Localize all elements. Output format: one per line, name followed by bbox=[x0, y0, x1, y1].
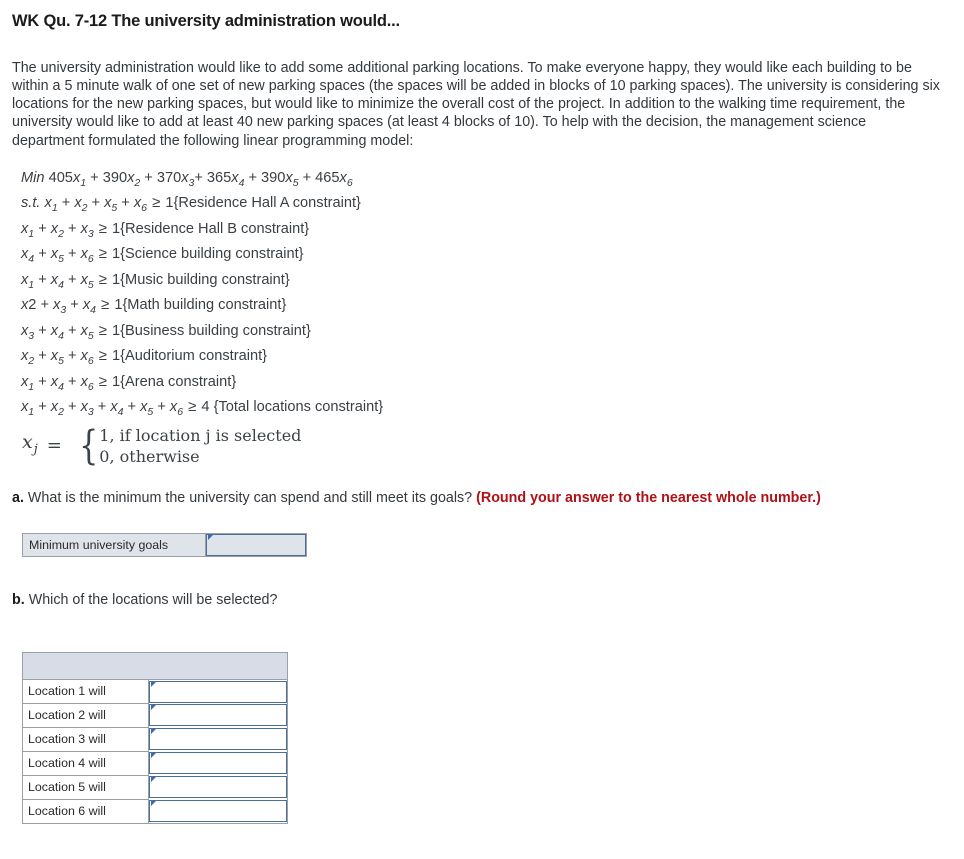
location-3-label: Location 3 will bbox=[22, 726, 149, 752]
question-a: a. What is the minimum the university ca… bbox=[12, 489, 952, 507]
case-selected: 1, if location j is selected bbox=[99, 425, 302, 445]
constraint-residence-hall-b: x1 + x2 + x3 ≥ 1{Residence Hall B constr… bbox=[21, 219, 310, 240]
variable-symbol: xj bbox=[22, 430, 39, 457]
minimum-university-goals-label: Minimum university goals bbox=[22, 533, 206, 557]
table-row: Location 1 will bbox=[22, 678, 288, 704]
minimum-university-goals-field-cell bbox=[205, 533, 307, 557]
table-row: Location 2 will bbox=[22, 702, 288, 728]
table-header-row bbox=[22, 652, 288, 680]
location-2-select[interactable] bbox=[149, 704, 287, 727]
problem-statement: The university administration would like… bbox=[12, 59, 940, 149]
location-3-select[interactable] bbox=[149, 728, 287, 751]
location-6-select[interactable] bbox=[149, 800, 287, 823]
equals-sign: = bbox=[46, 435, 62, 457]
constraint-auditorium: x2 + x5 + x6 ≥ 1{Auditorium constraint} bbox=[21, 347, 268, 368]
answer-table-a: Minimum university goals bbox=[22, 532, 307, 557]
table-row: Minimum university goals bbox=[22, 533, 307, 557]
location-4-label: Location 4 will bbox=[22, 750, 149, 776]
table-row: Location 5 will bbox=[22, 774, 288, 800]
variable-definition: xj = { 1, if location j is selected 0, o… bbox=[22, 425, 952, 467]
table-row: Location 4 will bbox=[22, 750, 288, 776]
question-b: b. Which of the locations will be select… bbox=[12, 591, 952, 609]
location-6-label: Location 6 will bbox=[22, 798, 149, 824]
dropdown-marker-icon bbox=[151, 753, 156, 759]
location-5-select[interactable] bbox=[149, 776, 287, 799]
location-3-field-cell bbox=[148, 727, 288, 752]
location-6-field-cell bbox=[148, 799, 288, 824]
dropdown-marker-icon bbox=[151, 681, 156, 687]
page-title: WK Qu. 7-12 The university administratio… bbox=[12, 12, 400, 30]
dropdown-marker-icon bbox=[151, 729, 156, 735]
location-2-label: Location 2 will bbox=[22, 702, 149, 728]
page-root: WK Qu. 7-12 The university administratio… bbox=[0, 0, 964, 824]
objective-function: Min 405x1 + 390x2 + 370x3+ 365x4 + 390x5… bbox=[12, 169, 952, 194]
question-a-text: What is the minimum the university can s… bbox=[27, 489, 473, 506]
lp-model: Min 405x1 + 390x2 + 370x3+ 365x4 + 390x5… bbox=[12, 169, 952, 467]
location-1-label: Location 1 will bbox=[22, 678, 149, 704]
question-b-text: Which of the locations will be selected? bbox=[28, 591, 278, 608]
constraint-arena: x1 + x4 + x6 ≥ 1{Arena constraint} bbox=[21, 372, 237, 393]
constraint-residence-hall-a: s.t. x1 + x2 + x5 + x6 ≥ 1{Residence Hal… bbox=[21, 194, 361, 215]
location-2-field-cell bbox=[148, 703, 288, 728]
dropdown-marker-icon bbox=[151, 801, 156, 807]
location-1-field-cell bbox=[148, 679, 288, 704]
left-brace-glyph: { bbox=[79, 422, 99, 469]
location-4-select[interactable] bbox=[149, 752, 287, 775]
question-a-marker: a. bbox=[12, 489, 24, 506]
location-5-label: Location 5 will bbox=[22, 774, 149, 800]
table-row: Location 3 will bbox=[22, 726, 288, 752]
constraint-science-building: x4 + x5 + x6 ≥ 1{Science building constr… bbox=[21, 245, 304, 266]
dropdown-marker-icon bbox=[151, 777, 156, 783]
answer-table-b: Location 1 will Location 2 will Location… bbox=[22, 651, 288, 824]
question-b-marker: b. bbox=[12, 591, 25, 608]
cases-list: 1, if location j is selected 0, otherwis… bbox=[99, 425, 301, 467]
minimum-university-goals-input[interactable] bbox=[206, 533, 306, 556]
table-header-cell-label bbox=[22, 652, 149, 680]
constraint-business-building: x3 + x4 + x5 ≥ 1{Business building const… bbox=[21, 321, 311, 342]
constraint-math-building: x2 + x3 + x4 ≥ 1{Math building constrain… bbox=[21, 296, 287, 317]
table-row: Location 6 will bbox=[22, 798, 288, 824]
question-a-rounding-note: (Round your answer to the nearest whole … bbox=[476, 489, 821, 506]
objective-terms: 405x1 + 390x2 + 370x3+ 365x4 + 390x5 + 4… bbox=[48, 169, 353, 189]
table-header-cell-value bbox=[148, 652, 288, 680]
subject-to-label: s.t. bbox=[21, 195, 41, 212]
location-4-field-cell bbox=[148, 751, 288, 776]
location-5-field-cell bbox=[148, 775, 288, 800]
dropdown-marker-icon bbox=[208, 534, 213, 540]
location-1-select[interactable] bbox=[149, 680, 287, 703]
case-otherwise: 0, otherwise bbox=[99, 446, 200, 466]
objective-label: Min bbox=[21, 169, 45, 186]
constraint-total-locations: x1 + x2 + x3 + x4 + x5 + x6 ≥ 4 {Total l… bbox=[21, 398, 384, 419]
constraint-music-building: x1 + x4 + x5 ≥ 1{Music building constrai… bbox=[21, 270, 290, 291]
dropdown-marker-icon bbox=[151, 705, 156, 711]
